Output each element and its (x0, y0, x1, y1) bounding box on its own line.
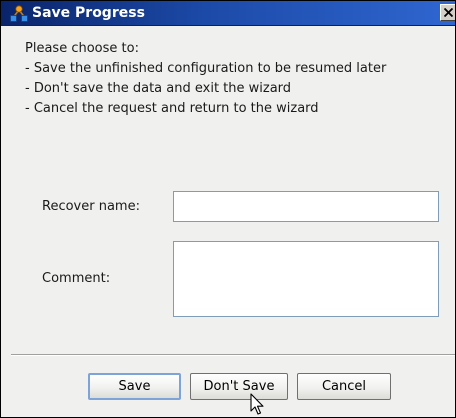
instruction-line: - Don't save the data and exit the wizar… (25, 81, 292, 96)
instruction-line: Please choose to: (25, 41, 139, 56)
dialog-title: Save Progress (32, 5, 145, 21)
cancel-button[interactable]: Cancel (297, 373, 391, 400)
dont-save-button[interactable]: Don't Save (190, 373, 288, 400)
save-progress-dialog: Save Progress Please choose to: - Save t… (0, 0, 456, 418)
recover-name-input[interactable] (173, 191, 439, 222)
recover-name-label: Recover name: (42, 199, 140, 214)
instruction-line: - Cancel the request and return to the w… (25, 101, 319, 116)
save-button[interactable]: Save (88, 373, 181, 400)
title-bar[interactable]: Save Progress (1, 1, 455, 26)
comment-label: Comment: (42, 271, 111, 286)
instructions-text: Please choose to: - Save the unfinished … (25, 39, 386, 119)
comment-textarea[interactable] (173, 241, 439, 317)
close-button[interactable] (440, 4, 455, 21)
close-icon (444, 8, 453, 17)
hierarchy-network-icon (10, 5, 28, 22)
separator (11, 354, 455, 356)
instruction-line: - Save the unfinished configuration to b… (25, 61, 387, 76)
